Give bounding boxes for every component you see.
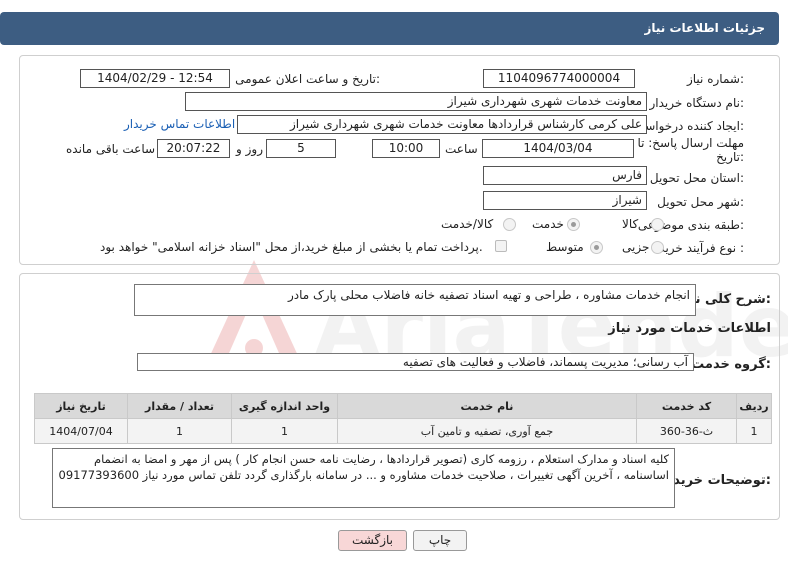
province-label: استان محل تحویل: (649, 171, 744, 185)
city-field: شیراز (483, 191, 647, 210)
col-service-code: کد خدمت (636, 393, 737, 419)
category-option-service: خدمت (532, 217, 564, 231)
process-radio-minor[interactable] (651, 241, 664, 254)
col-service-name: نام خدمت (337, 393, 637, 419)
services-table-header: ردیف کد خدمت نام خدمت واحد اندازه گیری ت… (34, 393, 772, 419)
category-radio-goods[interactable] (651, 218, 664, 231)
page-title: جزئیات اطلاعات نیاز (644, 21, 765, 35)
need-number-label: شماره نیاز: (686, 72, 744, 86)
cell-service-code: ث-36-360 (636, 418, 737, 444)
services-section-title: اطلاعات خدمات مورد نیاز (608, 321, 771, 336)
process-radio-medium[interactable] (590, 241, 603, 254)
service-group-field: آب رسانی؛ مدیریت پسماند، فاضلاب و فعالیت… (137, 353, 694, 371)
cell-row: 1 (736, 418, 772, 444)
summary-field: انجام خدمات مشاوره ، طراحی و تهیه اسناد … (134, 284, 696, 316)
requester-label: ایجاد کننده درخواست: (633, 119, 744, 133)
buyer-notes-label: توضیحات خریدار: (661, 473, 771, 488)
cell-need-date: 1404/07/04 (34, 418, 128, 444)
requester-field: علی کرمی کارشناس قراردادها معاونت خدمات … (237, 115, 647, 134)
buyer-org-field: معاونت خدمات شهری شهرداری شیراز (185, 92, 647, 111)
back-button[interactable]: بازگشت (338, 530, 407, 551)
remaining-days-label: روز و (236, 142, 263, 156)
need-number-field: 1104096774000004 (483, 69, 635, 88)
cell-quantity: 1 (127, 418, 232, 444)
announce-label: تاریخ و ساعت اعلان عمومی: (235, 72, 380, 86)
deadline-label-line2: تاریخ: (716, 150, 744, 164)
print-button[interactable]: چاپ (413, 530, 467, 551)
remaining-time-field: 20:07:22 (157, 139, 230, 158)
category-radio-goods-service[interactable] (503, 218, 516, 231)
treasury-payment-checkbox[interactable] (495, 240, 507, 252)
buyer-notes-field: کلیه اسناد و مدارک استعلام ، رزومه کاری … (52, 448, 675, 508)
cell-unit: 1 (231, 418, 338, 444)
announce-field: 1404/02/29 - 12:54 (80, 69, 230, 88)
deadline-time-field: 10:00 (372, 139, 440, 158)
province-field: فارس (483, 166, 647, 185)
category-radio-service[interactable] (567, 218, 580, 231)
deadline-label-line1: مهلت ارسال پاسخ: تا (637, 136, 744, 150)
col-need-date: تاریخ نیاز (34, 393, 128, 419)
buyer-contact-link[interactable]: اطلاعات تماس خریدار (124, 117, 235, 131)
process-label: نوع فرآیند خرید : (659, 241, 744, 255)
city-label: شهر محل تحویل: (657, 195, 744, 209)
col-row: ردیف (736, 393, 772, 419)
col-unit: واحد اندازه گیری (231, 393, 338, 419)
buyer-org-label: نام دستگاه خریدار: (649, 96, 745, 110)
cell-service-name: جمع آوری، تصفیه و تامین آب (337, 418, 637, 444)
services-table: ردیف کد خدمت نام خدمت واحد اندازه گیری ت… (34, 393, 772, 444)
service-group-label: گروه خدمت: (691, 357, 771, 372)
deadline-time-label: ساعت (445, 142, 478, 156)
process-option-medium: متوسط (546, 240, 584, 254)
page-header: جزئیات اطلاعات نیاز (0, 12, 779, 45)
category-option-goods-service: کالا/خدمت (441, 217, 494, 231)
treasury-payment-note: پرداخت تمام یا بخشی از مبلغ خرید،از محل … (100, 240, 483, 254)
table-row: 1 ث-36-360 جمع آوری، تصفیه و تامین آب 1 … (34, 418, 772, 444)
remaining-days-field: 5 (266, 139, 336, 158)
process-option-minor: جزیی (622, 240, 650, 254)
category-option-goods: کالا (622, 217, 639, 231)
col-quantity: تعداد / مقدار (127, 393, 232, 419)
deadline-date-field: 1404/03/04 (482, 139, 634, 158)
remaining-time-label: ساعت باقی مانده (66, 142, 156, 156)
